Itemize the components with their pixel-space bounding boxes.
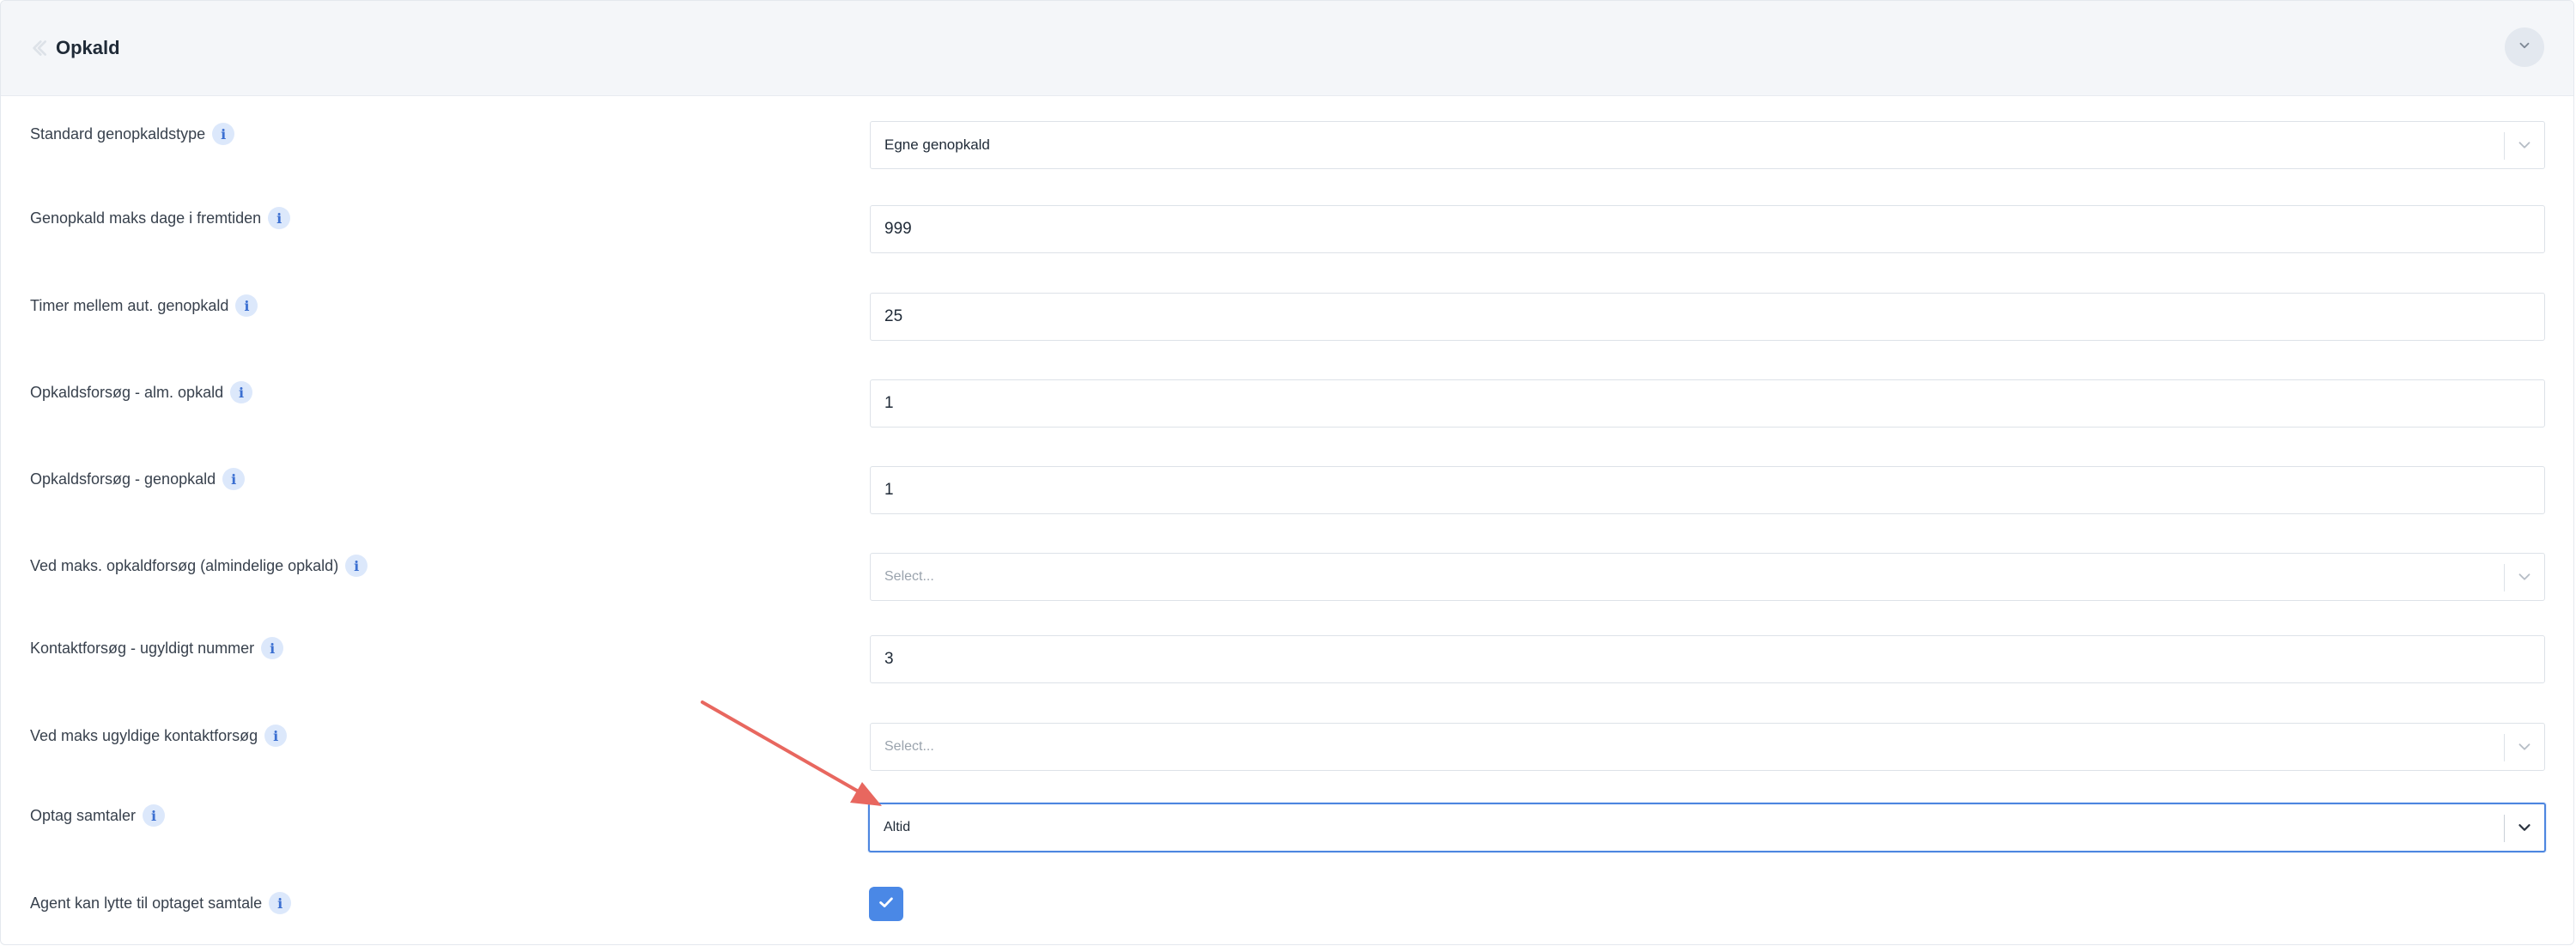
panel-header: Opkald [1, 1, 2573, 96]
chevron-down-icon [2515, 567, 2534, 586]
panel-title: Opkald [56, 37, 120, 58]
setting-row-ved-maks-opkaldforsoeg: Ved maks. opkaldforsøg (almindelige opka… [1, 553, 2573, 604]
input-value: 3 [884, 650, 894, 668]
select-divider [2504, 564, 2505, 591]
timer-mellem-genopkald-input[interactable]: 25 [870, 293, 2545, 341]
setting-row-genopkald-maks-dage: Genopkald maks dage i fremtiden i 999 [1, 205, 2573, 257]
ved-maks-opkaldforsoeg-select[interactable]: Select... [870, 553, 2545, 601]
setting-label: Ved maks. opkaldforsøg (almindelige opka… [30, 556, 339, 574]
agent-kan-lytte-checkbox[interactable] [869, 887, 903, 921]
chevron-down-icon [2515, 136, 2534, 155]
setting-row-ved-maks-ugyldige: Ved maks ugyldige kontaktforsøg i Select… [1, 723, 2573, 774]
info-icon[interactable]: i [230, 381, 253, 403]
chevron-down-icon [2515, 737, 2534, 756]
info-icon[interactable]: i [268, 207, 291, 229]
optag-samtaler-select[interactable]: Altid [868, 803, 2546, 852]
setting-row-timer-mellem-genopkald: Timer mellem aut. genopkald i 25 [1, 293, 2573, 344]
opkald-settings-panel: Opkald Standard genopkaldstype i Egne ge… [0, 0, 2574, 945]
collapse-button[interactable] [2505, 27, 2544, 67]
setting-row-opkaldsforsoeg-genopkald: Opkaldsforsøg - genopkald i 1 [1, 466, 2573, 518]
select-placeholder: Select... [884, 739, 934, 754]
info-icon[interactable]: i [261, 637, 284, 659]
select-placeholder: Select... [884, 569, 934, 584]
checkmark-icon [877, 893, 896, 916]
setting-label: Genopkald maks dage i fremtiden [30, 209, 262, 227]
setting-label: Agent kan lytte til optaget samtale [30, 894, 263, 912]
chevron-left-icon[interactable] [27, 35, 49, 61]
setting-label: Standard genopkaldstype [30, 124, 206, 143]
select-value: Altid [884, 820, 911, 834]
setting-label: Ved maks ugyldige kontaktforsøg [30, 726, 258, 744]
chevron-down-icon [2517, 38, 2532, 58]
setting-row-opkaldsforsoeg-alm: Opkaldsforsøg - alm. opkald i 1 [1, 379, 2573, 431]
info-icon[interactable]: i [345, 555, 368, 577]
setting-row-standard-genopkaldstype: Standard genopkaldstype i Egne genopkald [1, 121, 2573, 173]
info-icon[interactable]: i [143, 804, 166, 827]
info-icon[interactable]: i [212, 123, 235, 145]
info-icon[interactable]: i [222, 468, 246, 490]
info-icon[interactable]: i [264, 725, 288, 747]
input-value: 1 [884, 481, 894, 499]
info-icon[interactable]: i [269, 892, 292, 914]
setting-label: Opkaldsforsøg - genopkald [30, 470, 216, 488]
setting-label: Optag samtaler [30, 806, 137, 824]
input-value: 999 [884, 220, 912, 238]
input-value: 1 [884, 394, 894, 412]
setting-label: Opkaldsforsøg - alm. opkald [30, 383, 224, 401]
opkaldsforsoeg-genopkald-input[interactable]: 1 [870, 466, 2545, 514]
select-divider [2504, 734, 2505, 761]
ved-maks-ugyldige-select[interactable]: Select... [870, 723, 2545, 771]
setting-row-agent-kan-lytte: Agent kan lytte til optaget samtale i [1, 890, 2573, 942]
setting-row-kontaktforsoeg-ugyldigt: Kontaktforsøg - ugyldigt nummer i 3 [1, 635, 2573, 687]
setting-row-optag-samtaler: Optag samtaler i Altid [1, 803, 2573, 854]
genopkald-maks-dage-input[interactable]: 999 [870, 205, 2545, 253]
select-divider [2504, 132, 2505, 160]
select-value: Egne genopkald [884, 136, 990, 153]
input-value: 25 [884, 307, 903, 325]
opkaldsforsoeg-alm-input[interactable]: 1 [870, 379, 2545, 428]
select-divider [2504, 815, 2505, 842]
setting-label: Timer mellem aut. genopkald [30, 296, 229, 314]
standard-genopkaldstype-select[interactable]: Egne genopkald [870, 121, 2545, 169]
setting-label: Kontaktforsøg - ugyldigt nummer [30, 639, 255, 657]
kontaktforsoeg-ugyldigt-input[interactable]: 3 [870, 635, 2545, 683]
chevron-down-icon [2515, 818, 2534, 837]
info-icon[interactable]: i [235, 294, 258, 317]
